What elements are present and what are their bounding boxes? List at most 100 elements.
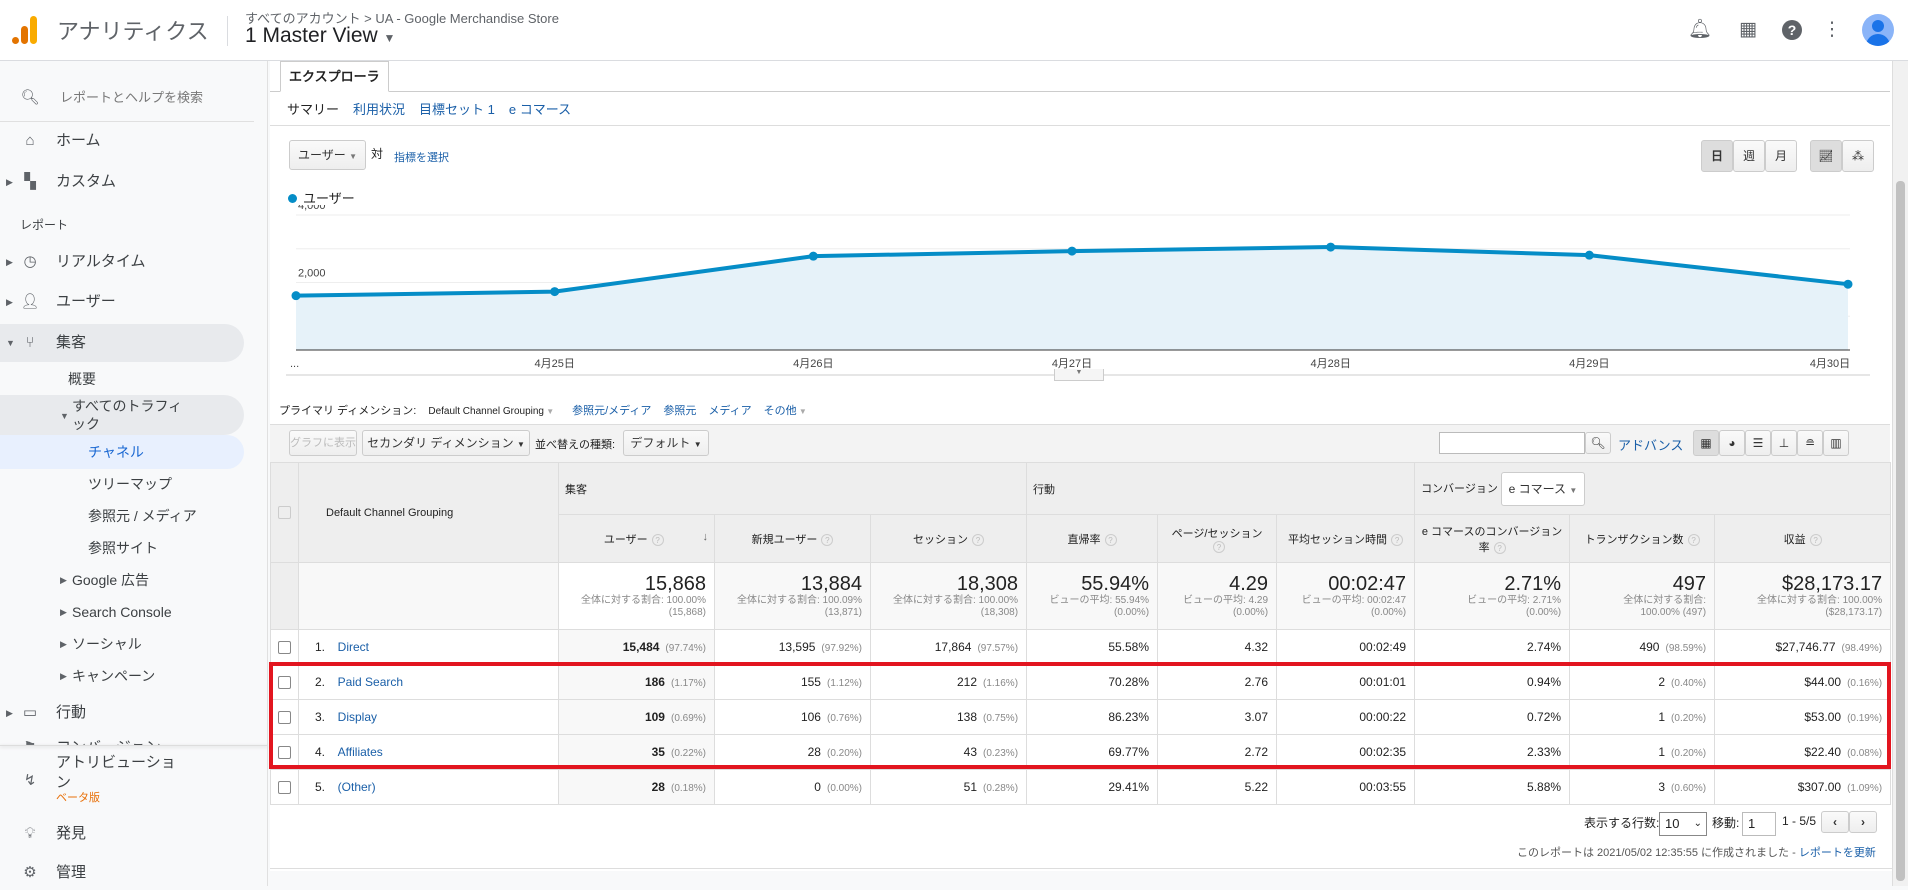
search-icon[interactable]: 🔍︎ [1585, 432, 1611, 454]
sidebar-item-attribution[interactable]: ↯ アトリビューション ベータ版 [0, 751, 268, 811]
period-month-button[interactable]: 月 [1765, 140, 1797, 172]
subtab-usage[interactable]: 利用状況 [353, 102, 405, 117]
bell-icon[interactable]: 🔔︎ [1688, 18, 1712, 42]
subtab-summary[interactable]: サマリー [287, 102, 339, 117]
column-header[interactable]: 平均セッション時間? [1276, 514, 1416, 563]
subtab-ecommerce[interactable]: e コマース [509, 102, 571, 117]
term-cloud-view-icon[interactable]: ≘ [1797, 430, 1823, 456]
sidebar-item-google-ads[interactable]: ▶ Google 広告 [0, 563, 268, 597]
sidebar-item-admin[interactable]: ⚙ 管理 [0, 856, 268, 890]
help-icon[interactable]: ? [651, 533, 664, 546]
column-header[interactable]: セッション? [869, 514, 1028, 563]
scrollbar-thumb[interactable] [1896, 181, 1905, 881]
goto-page-input[interactable]: 1 [1742, 812, 1776, 836]
select-metric-link[interactable]: 指標を選択 [394, 149, 449, 165]
label: ホーム [56, 132, 101, 149]
row-checkbox[interactable] [278, 781, 291, 795]
help-icon[interactable]: ? [1391, 533, 1404, 546]
row-checkbox[interactable] [278, 711, 291, 725]
channel-link[interactable]: (Other) [338, 780, 376, 794]
motion-chart-icon[interactable]: ⁂ [1842, 140, 1874, 172]
table-search-input[interactable] [1439, 432, 1585, 454]
sidebar-item-overview[interactable]: 概要 [0, 362, 268, 396]
row-checkbox[interactable] [278, 746, 291, 760]
conversion-type-select[interactable]: e コマース ▼ [1500, 471, 1585, 506]
sidebar-item-social[interactable]: ▶ ソーシャル [0, 627, 268, 661]
channel-link[interactable]: Paid Search [338, 675, 403, 689]
help-icon[interactable]: ? [821, 533, 834, 546]
chart-collapse-handle[interactable]: ▼ [1054, 369, 1104, 381]
apps-icon[interactable]: ▦ [1736, 18, 1760, 42]
line-chart-icon[interactable]: 📈︎ [1810, 140, 1842, 172]
sidebar-item-search-console[interactable]: ▶ Search Console [0, 595, 268, 629]
sidebar-item-audience[interactable]: ▶ 👤︎ ユーザー [0, 285, 268, 319]
dimension-option-source[interactable]: 参照元 [663, 405, 696, 417]
refresh-report-link[interactable]: レポートを更新 [1799, 847, 1876, 859]
dimension-option-medium[interactable]: メディア [708, 405, 751, 417]
dimension-header[interactable]: Default Channel Grouping [298, 462, 559, 563]
sidebar-item-behavior[interactable]: ▶ ▭ 行動 [0, 696, 268, 730]
help-icon[interactable]: ? [1687, 533, 1700, 546]
column-header[interactable]: 直帰率? [1026, 514, 1159, 563]
sidebar-item-campaigns[interactable]: ▶ キャンペーン [0, 659, 268, 693]
sidebar-item-referrals[interactable]: 参照サイト [0, 531, 268, 565]
help-icon[interactable]: ? [1213, 540, 1226, 553]
avatar[interactable] [1862, 14, 1894, 46]
view-selector[interactable]: 1 Master View ▼ [245, 24, 395, 48]
more-vert-icon[interactable]: ⋮ [1820, 18, 1844, 42]
performance-view-icon[interactable]: ☰ [1745, 430, 1771, 456]
help-icon[interactable]: ? [1104, 533, 1117, 546]
sidebar-item-channels[interactable]: チャネル [0, 435, 244, 469]
sidebar-item-treemaps[interactable]: ツリーマップ [0, 467, 268, 501]
primary-dimension-current[interactable]: Default Channel Grouping ▼ [428, 406, 554, 417]
sidebar-item-conversions[interactable]: ▶ ⚑ コンバージョン [0, 731, 268, 745]
sidebar-item-acquisition[interactable]: ▼ ⑂ 集客 [0, 324, 244, 362]
channel-link[interactable]: Affiliates [338, 745, 383, 759]
row-checkbox[interactable] [278, 676, 291, 690]
metric-select[interactable]: ユーザー ▼ [289, 140, 366, 170]
dimension-option-source-medium[interactable]: 参照元/メディア [572, 405, 651, 417]
table-view-icon[interactable]: ▦ [1693, 430, 1719, 456]
value: 55.58% [1108, 640, 1150, 654]
column-header[interactable]: トランザクション数? [1569, 514, 1716, 563]
scrollbar[interactable] [1892, 61, 1908, 886]
period-week-button[interactable]: 週 [1733, 140, 1765, 172]
sidebar-item-discover[interactable]: 💡︎ 発見 [0, 817, 268, 851]
dimension-option-other[interactable]: その他 [764, 405, 797, 417]
pivot-view-icon[interactable]: ▥ [1823, 430, 1849, 456]
tab-explorer[interactable]: エクスプローラ [280, 61, 389, 92]
help-icon[interactable]: ? [972, 533, 985, 546]
pie-view-icon[interactable]: ◕ [1719, 430, 1745, 456]
sidebar-item-realtime[interactable]: ▶ ◷ リアルタイム [0, 245, 268, 279]
sort-type-select[interactable]: デフォルト ▼ [623, 430, 709, 456]
sidebar-item-custom[interactable]: ▶ ▚ カスタム [0, 165, 268, 199]
next-page-button[interactable]: › [1849, 811, 1877, 833]
sort-desc-icon[interactable]: ↓ [703, 531, 709, 543]
sidebar-item-source-medium[interactable]: 参照元 / メディア [0, 499, 268, 533]
subtab-goal-set[interactable]: 目標セット 1 [419, 102, 495, 117]
sidebar-search[interactable]: 🔍︎ レポートとヘルプを検索 [0, 74, 254, 122]
channel-link[interactable]: Display [338, 710, 377, 724]
sidebar-item-all-traffic[interactable]: ▼ すべてのトラフィック [0, 395, 244, 435]
plot-rows-button[interactable]: グラフに表示 [289, 430, 357, 456]
rows-per-page-select[interactable]: 10 ⌄ [1659, 812, 1707, 836]
row-checkbox[interactable] [278, 641, 291, 655]
prev-page-button[interactable]: ‹ [1821, 811, 1849, 833]
help-icon[interactable]: ? [1809, 533, 1822, 546]
comparison-view-icon[interactable]: ⊥ [1771, 430, 1797, 456]
channel-link[interactable]: Direct [338, 640, 369, 654]
sidebar-item-home[interactable]: ⌂ ホーム [0, 124, 268, 158]
column-header[interactable]: e コマースのコンバージョン率? [1414, 514, 1571, 563]
metric-cell: 35 (0.22%) [558, 734, 715, 770]
advanced-link[interactable]: アドバンス [1618, 435, 1683, 454]
column-header[interactable]: 収益? [1714, 514, 1892, 563]
column-header[interactable]: 新規ユーザー? [714, 514, 871, 563]
column-header[interactable]: ページ/セッション? [1157, 514, 1278, 563]
secondary-dimension-select[interactable]: セカンダリ ディメンション ▼ [362, 430, 530, 456]
help-icon[interactable]: ? [1493, 541, 1506, 554]
select-all-checkbox[interactable] [278, 506, 291, 519]
column-header[interactable]: ユーザー? ↓ [558, 514, 715, 563]
period-day-button[interactable]: 日 [1701, 140, 1733, 172]
help-icon[interactable]: ? [1780, 18, 1804, 42]
behavior-icon: ▭ [22, 704, 38, 721]
